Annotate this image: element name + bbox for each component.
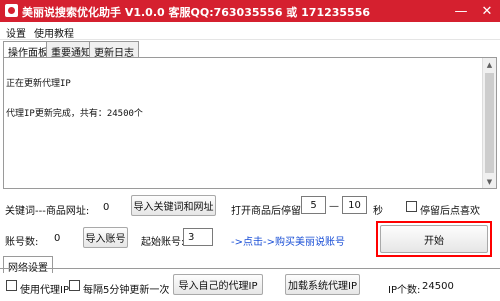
use-proxy-checkbox[interactable] <box>6 280 17 291</box>
title-bar: 美丽说搜索优化助手 V1.0.0 客服QQ:763035556 或 171235… <box>0 0 500 22</box>
import-accounts-button[interactable]: 导入账号 <box>83 227 128 248</box>
minimize-icon[interactable]: — <box>448 0 474 22</box>
ip-count-label: IP个数: <box>388 285 421 296</box>
app-icon <box>5 4 18 17</box>
import-keywords-button[interactable]: 导入关键词和网址 <box>131 195 216 216</box>
pause-dash: — <box>329 201 339 212</box>
account-label: 账号数: <box>5 237 39 248</box>
account-count: 0 <box>54 233 61 244</box>
close-icon[interactable]: ✕ <box>474 0 500 22</box>
log-scrollbar[interactable]: ▲ ▼ <box>482 58 496 188</box>
keyword-count: 0 <box>103 202 110 213</box>
keyword-label: 关键词---商品网址: <box>5 206 90 217</box>
pause-max-input[interactable]: 10 <box>342 196 367 214</box>
log-output[interactable]: 正在更新代理IP 代理IP更新完成，共有：24500个 ▲ ▼ <box>3 57 497 189</box>
ip-count-value: 24500 <box>422 281 454 292</box>
tab-update-log[interactable]: 更新日志 <box>89 41 139 59</box>
scroll-down-icon[interactable]: ▼ <box>483 175 496 188</box>
tab-network-settings[interactable]: 网络设置 <box>3 256 53 274</box>
menu-tutorial[interactable]: 使用教程 <box>34 25 74 40</box>
log-line: 正在更新代理IP <box>6 79 71 89</box>
refresh-label: 每隔5分钟更新一次 <box>83 285 170 296</box>
pause-label: 打开商品后停留: <box>231 206 305 217</box>
load-system-proxy-button[interactable]: 加载系统代理IP <box>285 274 360 295</box>
import-own-proxy-button[interactable]: 导入自己的代理IP <box>173 274 263 295</box>
refresh-checkbox[interactable] <box>69 280 80 291</box>
scroll-up-icon[interactable]: ▲ <box>483 58 496 71</box>
log-line: 代理IP更新完成，共有：24500个 <box>6 109 143 119</box>
start-account-label: 起始账号: <box>141 237 185 248</box>
stop-like-label: 停留后点喜欢 <box>420 206 480 217</box>
menu-settings[interactable]: 设置 <box>6 25 26 40</box>
stop-like-checkbox[interactable] <box>406 201 417 212</box>
pause-min-input[interactable]: 5 <box>301 196 326 214</box>
menu-bar: 设置 使用教程 <box>0 22 500 40</box>
start-account-input[interactable]: 3 <box>183 228 213 246</box>
window-title: 美丽说搜索优化助手 V1.0.0 客服QQ:763035556 或 171235… <box>22 6 371 19</box>
pause-unit: 秒 <box>373 206 383 217</box>
use-proxy-label: 使用代理IP <box>20 285 69 296</box>
network-divider <box>0 268 500 269</box>
window-controls: — ✕ <box>448 0 500 22</box>
start-button[interactable]: 开始 <box>380 225 488 253</box>
buy-account-link[interactable]: ->点击->购买美丽说账号 <box>231 233 345 248</box>
scroll-thumb[interactable] <box>485 73 494 173</box>
log-lines: 正在更新代理IP 代理IP更新完成，共有：24500个 <box>6 59 143 139</box>
